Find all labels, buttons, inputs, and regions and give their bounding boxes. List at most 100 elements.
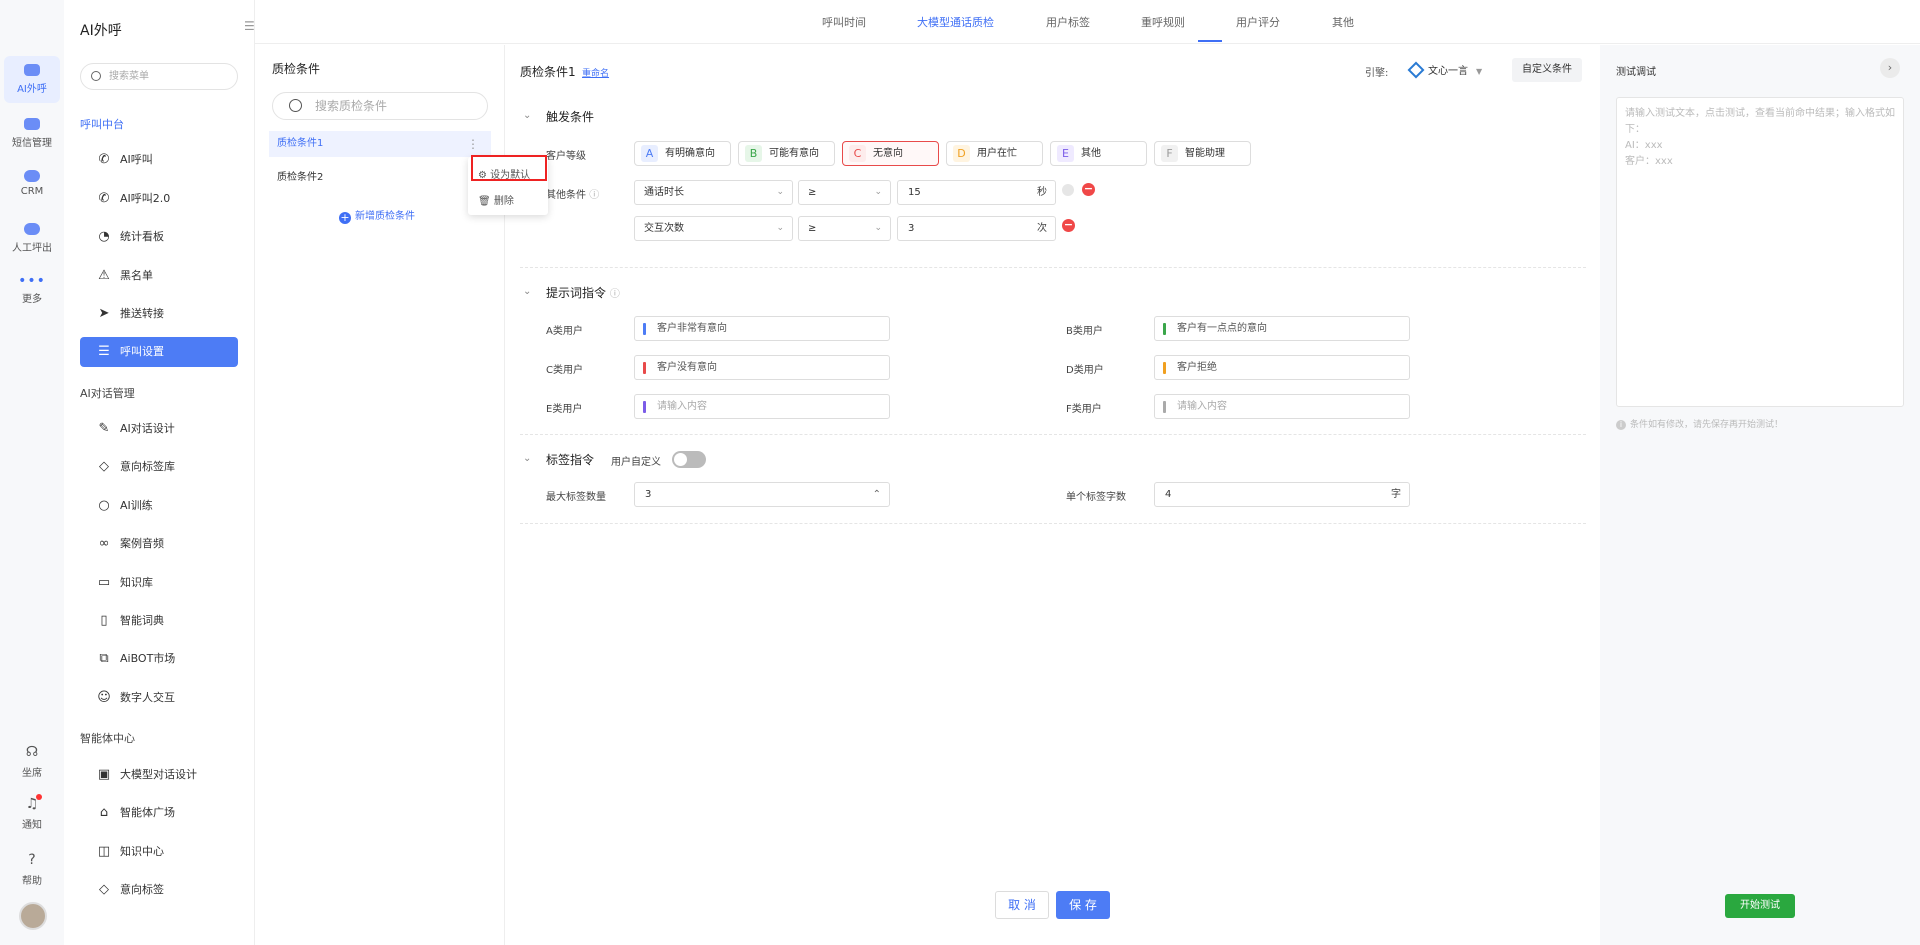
group-dialog-mgmt[interactable]: AI对话管理 — [80, 385, 135, 401]
other-condition-label: 其他条件 ⓘ — [546, 186, 599, 201]
rail-item-label: 帮助 — [22, 876, 42, 887]
add-disabled-icon[interactable] — [1062, 184, 1074, 196]
max-tags-input[interactable]: 3 ⌃ — [634, 482, 890, 507]
chevron-up-icon[interactable]: ⌃ — [873, 483, 881, 506]
headset-icon — [24, 223, 40, 235]
tag-chars-input[interactable]: 4字 — [1154, 482, 1410, 507]
menu-search-input[interactable]: 搜索菜单 — [80, 63, 238, 90]
grade-chip-d[interactable]: D 用户在忙 — [946, 141, 1043, 166]
rail-item-label: 人工坪出 — [12, 243, 52, 254]
rail-item-notify[interactable]: ♫ 通知 — [4, 794, 60, 831]
rail-item-agent[interactable]: ☊ 坐席 — [4, 744, 60, 779]
menu-blacklist[interactable]: ⚠ 黑名单 — [80, 261, 238, 291]
condition-item-1[interactable]: 质检条件1 ⋮ — [269, 131, 491, 157]
menu-llm-dialog-design[interactable]: ▣ 大模型对话设计 — [80, 760, 238, 790]
menu-knowledge-base[interactable]: ▭ 知识库 — [80, 568, 238, 598]
pie-chart-icon: ◔ — [98, 229, 110, 244]
menu-label: 推送转接 — [120, 307, 164, 320]
duration-value-input[interactable]: 15 秒 — [897, 180, 1056, 205]
grade-chip-a[interactable]: A 有明确意向 — [634, 141, 731, 166]
warning-icon: ⚠ — [98, 268, 110, 283]
custom-condition-button[interactable]: 自定义条件 — [1512, 58, 1582, 82]
menu-push-transfer[interactable]: ➤ 推送转接 — [80, 299, 238, 329]
tab-call-time[interactable]: 呼叫时间 — [822, 14, 866, 30]
menu-stats[interactable]: ◔ 统计看板 — [80, 222, 238, 252]
menu-dialog-design[interactable]: ✎ AI对话设计 — [80, 414, 238, 444]
condition-search-input[interactable]: 搜索质检条件 — [272, 92, 488, 120]
test-text-input[interactable]: 请输入测试文本，点击测试，查看当前命中结果；输入格式如下： AI：xxx 客户：… — [1616, 97, 1904, 407]
rail-item-ai-outbound[interactable]: AI外呼 — [4, 56, 60, 103]
rail-item-sms[interactable]: 短信管理 — [4, 118, 60, 149]
menu-smart-dict[interactable]: ▯ 智能词典 — [80, 606, 238, 636]
tab-llm-quality[interactable]: 大模型通话质检 — [917, 14, 994, 30]
more-dots-icon: ••• — [18, 273, 46, 289]
prompt-input-b[interactable]: 客户有一点点的意向 — [1154, 316, 1410, 341]
menu-ai-call[interactable]: ✆ AI呼叫 — [80, 145, 238, 175]
collapse-prompt-icon[interactable]: ⌄ — [523, 286, 531, 297]
rail-item-more[interactable]: ••• 更多 — [4, 273, 60, 305]
copy-icon: ⧉ — [99, 651, 109, 666]
menu-intent-tags[interactable]: ◇ 意向标签 — [80, 875, 238, 905]
prompt-input-d[interactable]: 客户拒绝 — [1154, 355, 1410, 380]
menu-aibot-market[interactable]: ⧉ AiBOT市场 — [80, 644, 238, 674]
prompt-value: 客户有一点点的意向 — [1177, 323, 1267, 334]
duration-field-select[interactable]: 通话时长 ⌄ — [634, 180, 793, 205]
prompt-input-a[interactable]: 客户非常有意向 — [634, 316, 890, 341]
delete-label: 删除 — [493, 196, 514, 207]
edit-icon: ✎ — [98, 421, 110, 436]
engine-select[interactable]: 文心一言 ▼ — [1407, 61, 1482, 79]
collapse-tags-icon[interactable]: ⌄ — [523, 453, 531, 464]
condition-item-2[interactable]: 质检条件2 — [269, 165, 491, 191]
prompt-input-c[interactable]: 客户没有意向 — [634, 355, 890, 380]
menu-ai-training[interactable]: ○ AI训练 — [80, 491, 238, 521]
input-value: 3 — [908, 223, 915, 234]
rail-item-manual[interactable]: 人工坪出 — [4, 223, 60, 254]
cancel-button[interactable]: 取 消 — [995, 891, 1049, 919]
rename-link[interactable]: 重命名 — [582, 66, 609, 79]
grade-chip-b[interactable]: B 可能有意向 — [738, 141, 835, 166]
rail-item-label: AI外呼 — [17, 84, 47, 95]
delete-menu-item[interactable]: 🗑 删除 — [478, 192, 514, 207]
tab-user-tags[interactable]: 用户标签 — [1046, 14, 1090, 30]
interaction-value-input[interactable]: 3次 — [897, 216, 1056, 241]
avatar[interactable] — [19, 902, 47, 930]
more-vertical-icon[interactable]: ⋮ — [467, 131, 479, 157]
collapse-icon[interactable]: ☰ — [244, 19, 255, 33]
grade-chip-c[interactable]: C 无意向 — [842, 141, 939, 166]
duration-operator-select[interactable]: ≥ ⌄ — [798, 180, 891, 205]
menu-call-settings[interactable]: ☰ 呼叫设置 — [80, 337, 238, 367]
menu-case-audio[interactable]: ∞ 案例音频 — [80, 529, 238, 559]
engine-label: 引擎: — [1365, 68, 1389, 79]
grade-chip-e[interactable]: E 其他 — [1050, 141, 1147, 166]
test-panel-title: 测试调试 — [1616, 67, 1656, 78]
menu-knowledge-center[interactable]: ◫ 知识中心 — [80, 837, 238, 867]
remove-row-icon[interactable]: − — [1082, 183, 1095, 196]
menu-agent-plaza[interactable]: ⌂ 智能体广场 — [80, 798, 238, 828]
set-default-menu-item[interactable]: ⚙ 设为默认 — [478, 166, 530, 181]
add-condition-button[interactable]: + 新增质检条件 — [339, 207, 415, 224]
tab-other[interactable]: 其他 — [1332, 14, 1354, 30]
start-test-button[interactable]: 开始测试 — [1725, 894, 1795, 918]
tab-recall-rules[interactable]: 重呼规则 — [1141, 14, 1185, 30]
color-bar — [643, 362, 646, 374]
prompt-input-f[interactable]: 请输入内容 — [1154, 394, 1410, 419]
chevron-right-icon[interactable]: › — [1880, 58, 1900, 78]
collapse-trigger-icon[interactable]: ⌄ — [523, 110, 531, 121]
rail-item-crm[interactable]: CRM — [4, 170, 60, 197]
remove-row-icon[interactable]: − — [1062, 219, 1075, 232]
rail-item-help[interactable]: ? 帮助 — [4, 852, 60, 887]
save-button[interactable]: 保 存 — [1056, 891, 1110, 919]
top-tabs: 呼叫时间 大模型通话质检 用户标签 重呼规则 用户评分 其他 — [255, 0, 1920, 44]
user-custom-toggle[interactable] — [672, 451, 706, 468]
tab-user-score[interactable]: 用户评分 — [1236, 14, 1280, 30]
group-call-center[interactable]: 呼叫中台 — [80, 116, 124, 132]
group-agent-center[interactable]: 智能体中心 — [80, 730, 135, 746]
menu-intent-tag-lib[interactable]: ◇ 意向标签库 — [80, 452, 238, 482]
book-icon: ▯ — [100, 613, 108, 628]
interaction-field-select[interactable]: 交互次数 ⌄ — [634, 216, 793, 241]
grade-chip-f[interactable]: F 智能助理 — [1154, 141, 1251, 166]
interaction-operator-select[interactable]: ≥ ⌄ — [798, 216, 891, 241]
menu-ai-call-2[interactable]: ✆ AI呼叫2.0 — [80, 184, 238, 214]
prompt-input-e[interactable]: 请输入内容 — [634, 394, 890, 419]
menu-digital-human[interactable]: ☺ 数字人交互 — [80, 683, 238, 713]
